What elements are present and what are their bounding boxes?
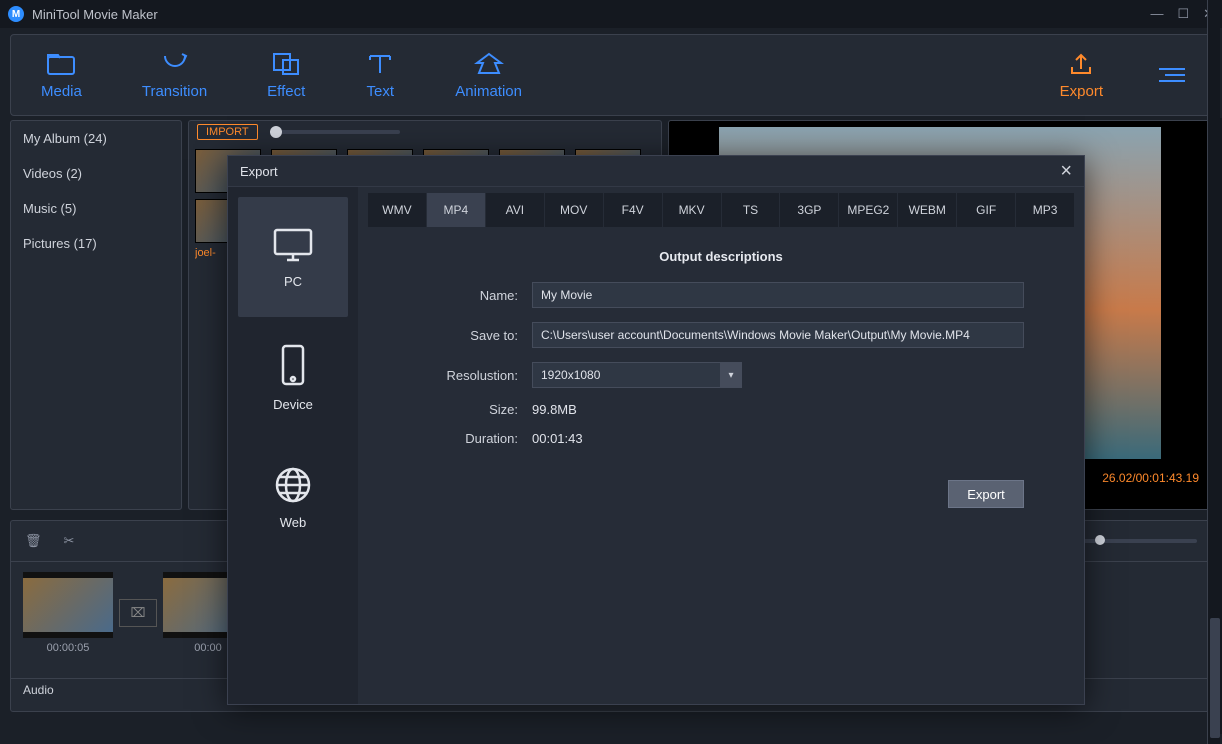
export-icon xyxy=(1067,51,1095,77)
format-tab-mp3[interactable]: MP3 xyxy=(1016,193,1074,227)
destination-sidebar: PC Device Web xyxy=(228,187,358,704)
media-button[interactable]: Media xyxy=(11,51,112,100)
transition-button[interactable]: Transition xyxy=(112,51,237,100)
web-icon xyxy=(273,465,313,505)
format-tab-f4v[interactable]: F4V xyxy=(604,193,663,227)
cut-icon[interactable]: ✂ xyxy=(64,533,75,549)
media-label: Media xyxy=(41,83,82,100)
delete-icon[interactable]: 🗑 xyxy=(25,533,42,549)
format-tabs: WMVMP4AVIMOVF4VMKVTS3GPMPEG2WEBMGIFMP3 xyxy=(368,193,1074,227)
format-tab-mkv[interactable]: MKV xyxy=(663,193,722,227)
export-button[interactable]: Export xyxy=(1030,51,1133,100)
dialog-titlebar: Export × xyxy=(228,156,1084,187)
duration-value: 00:01:43 xyxy=(532,431,583,446)
section-title: Output descriptions xyxy=(358,249,1084,264)
format-tab-ts[interactable]: TS xyxy=(722,193,781,227)
export-label: Export xyxy=(1060,83,1103,100)
format-tab-wmv[interactable]: WMV xyxy=(368,193,427,227)
app-scrollbar[interactable] xyxy=(1208,118,1222,734)
sidebar-item-pictures[interactable]: Pictures (17) xyxy=(11,226,181,261)
label-size: Size: xyxy=(418,402,518,417)
device-icon xyxy=(277,343,309,387)
format-tab-gif[interactable]: GIF xyxy=(957,193,1016,227)
sidebar-item-videos[interactable]: Videos (2) xyxy=(11,156,181,191)
effect-label: Effect xyxy=(267,83,305,100)
dest-device-label: Device xyxy=(273,397,313,412)
preview-timecode: 26.02/00:01:43.19 xyxy=(1102,471,1199,485)
label-save-to: Save to: xyxy=(418,328,518,343)
folder-icon xyxy=(46,51,76,77)
animation-button[interactable]: Animation xyxy=(425,51,552,100)
import-button[interactable]: IMPORT xyxy=(197,124,258,140)
effect-button[interactable]: Effect xyxy=(237,51,335,100)
dest-device[interactable]: Device xyxy=(238,317,348,437)
app-logo-icon: M xyxy=(8,6,24,22)
label-duration: Duration: xyxy=(418,431,518,446)
effect-icon xyxy=(271,51,301,77)
dest-web-label: Web xyxy=(280,515,307,530)
text-label: Text xyxy=(367,83,395,100)
chevron-down-icon[interactable]: ▾ xyxy=(720,362,742,388)
transition-label: Transition xyxy=(142,83,207,100)
save-to-input[interactable]: C:\Users\user account\Documents\Windows … xyxy=(532,322,1024,348)
app-title: MiniTool Movie Maker xyxy=(32,7,158,22)
label-name: Name: xyxy=(418,288,518,303)
dest-web[interactable]: Web xyxy=(238,437,348,557)
resolution-select[interactable]: 1920x1080 xyxy=(532,362,742,388)
format-tab-mov[interactable]: MOV xyxy=(545,193,604,227)
dest-pc[interactable]: PC xyxy=(238,197,348,317)
transition-icon xyxy=(160,51,190,77)
label-resolution: Resolustion: xyxy=(418,368,518,383)
app-window: M MiniTool Movie Maker — ☐ ✕ Media Trans… xyxy=(0,0,1222,744)
dest-pc-label: PC xyxy=(284,274,302,289)
format-tab-mp4[interactable]: MP4 xyxy=(427,193,486,227)
timeline-zoom-slider[interactable] xyxy=(1077,539,1197,543)
export-confirm-button[interactable]: Export xyxy=(948,480,1024,508)
maximize-icon[interactable]: ☐ xyxy=(1177,6,1189,22)
sidebar-item-music[interactable]: Music (5) xyxy=(11,191,181,226)
minimize-icon[interactable]: — xyxy=(1150,6,1163,22)
clip-time: 00:00:05 xyxy=(23,642,113,654)
animation-icon xyxy=(473,51,505,77)
timeline-clip[interactable]: 00:00:05 xyxy=(23,572,113,654)
size-value: 99.8MB xyxy=(532,402,577,417)
format-tab-3gp[interactable]: 3GP xyxy=(780,193,839,227)
format-tab-webm[interactable]: WEBM xyxy=(898,193,957,227)
dialog-title: Export xyxy=(240,164,278,179)
sidebar-item-my-album[interactable]: My Album (24) xyxy=(11,121,181,156)
thumb-zoom-slider[interactable] xyxy=(270,130,400,134)
animation-label: Animation xyxy=(455,83,522,100)
menu-icon[interactable] xyxy=(1133,64,1211,86)
text-button[interactable]: Text xyxy=(335,51,425,100)
format-tab-avi[interactable]: AVI xyxy=(486,193,545,227)
main-toolbar: Media Transition Effect Text Animation E… xyxy=(10,34,1212,116)
dialog-close-icon[interactable]: × xyxy=(1060,160,1072,183)
transition-slot[interactable]: ⌧ xyxy=(119,599,157,627)
titlebar: M MiniTool Movie Maker — ☐ ✕ xyxy=(0,0,1222,28)
pc-icon xyxy=(271,226,315,264)
album-sidebar: My Album (24) Videos (2) Music (5) Pictu… xyxy=(10,120,182,510)
export-dialog: Export × PC Device Web WMVMP4AVIMOVF4V xyxy=(227,155,1085,705)
text-icon xyxy=(365,51,395,77)
format-tab-mpeg2[interactable]: MPEG2 xyxy=(839,193,898,227)
name-input[interactable]: My Movie xyxy=(532,282,1024,308)
